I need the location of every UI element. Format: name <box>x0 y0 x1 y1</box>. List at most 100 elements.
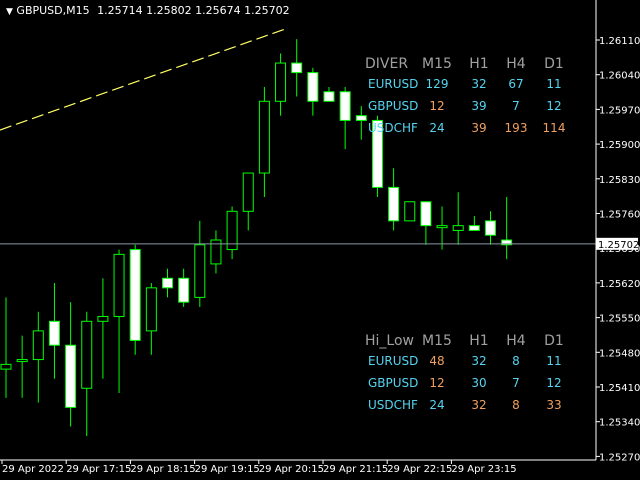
candle-body <box>81 320 93 389</box>
hilow-column-header: H1 <box>469 333 488 349</box>
hilow-cell: 48 <box>429 354 444 368</box>
diver-column-header: M15 <box>422 56 452 72</box>
price-tick-label: 1.25760 <box>599 210 640 221</box>
candle <box>16 335 28 398</box>
time-tick-label: 29 Apr 18:15 <box>130 464 195 475</box>
hilow-pair-label: EURUSD <box>368 354 418 368</box>
time-tick-label: 29 Apr 21:15 <box>323 464 388 475</box>
candle <box>275 53 287 116</box>
candle <box>81 311 93 437</box>
candle <box>226 206 238 260</box>
trendline[interactable] <box>0 27 289 131</box>
candle <box>291 39 303 97</box>
candle-body <box>129 249 141 341</box>
price-tick-label: 1.25900 <box>599 140 640 151</box>
hilow-cell: 33 <box>546 398 561 412</box>
hilow-column-header: M15 <box>422 333 452 349</box>
candle <box>97 278 109 379</box>
candle-body <box>468 225 480 231</box>
candle <box>485 211 496 245</box>
candle <box>32 311 44 403</box>
candle <box>210 230 222 274</box>
candle <box>0 297 12 398</box>
price-tick-label: 1.25550 <box>599 314 640 325</box>
diver-cell: 24 <box>429 121 444 135</box>
diver-cell: 32 <box>471 77 486 91</box>
candle <box>355 106 367 140</box>
candle-body <box>388 186 400 222</box>
diver-cell: 193 <box>505 121 528 135</box>
candle-body <box>145 287 157 332</box>
candle-body <box>194 244 206 298</box>
hilow-cell: 8 <box>512 398 520 412</box>
candle <box>113 249 125 394</box>
candle-body <box>258 100 270 174</box>
candle-body <box>48 320 60 346</box>
hilow-cell: 8 <box>512 354 520 368</box>
candle <box>420 201 432 245</box>
hilow-column-header: H4 <box>506 333 526 349</box>
candle <box>388 168 400 231</box>
diver-cell: 129 <box>426 77 449 91</box>
candle <box>65 302 77 427</box>
hilow-cell: 32 <box>471 354 486 368</box>
hilow-cell: 7 <box>512 376 520 390</box>
candle-body <box>307 72 319 102</box>
candle-body <box>339 91 351 121</box>
candle <box>307 67 319 116</box>
diver-pair-label: EURUSD <box>368 77 418 91</box>
hilow-cell: 30 <box>471 376 486 390</box>
candle-body <box>355 115 367 121</box>
candle-body <box>452 225 464 231</box>
price-chart[interactable]: 1.26110 1.26040 1.25970 1.25900 1.25830 1.257… <box>0 0 640 480</box>
candle <box>404 201 416 222</box>
candle-body <box>404 201 416 222</box>
candle <box>145 283 157 355</box>
diver-cell: 39 <box>471 99 486 113</box>
diver-cell: 114 <box>543 121 566 135</box>
diver-pair-label: USDCHF <box>368 121 418 135</box>
hilow-title: Hi_Low <box>365 333 414 349</box>
candle-body <box>323 91 335 102</box>
candle <box>501 196 513 260</box>
candle <box>194 220 206 307</box>
hilow-column-header: D1 <box>544 333 564 349</box>
time-tick-label: 29 Apr 23:15 <box>451 464 516 475</box>
price-tick-label: 1.26110 <box>599 36 640 47</box>
candle-body <box>0 363 12 370</box>
hilow-cell: 32 <box>471 398 486 412</box>
price-tick-label: 1.25830 <box>599 175 640 186</box>
time-tick-label: 29 Apr 20:15 <box>259 464 324 475</box>
hilow-pair-label: GBPUSD <box>368 376 418 390</box>
candle <box>323 86 335 102</box>
candle <box>436 206 448 250</box>
candle-body <box>16 359 28 363</box>
price-tick-label: 1.25620 <box>599 279 640 290</box>
candle-body <box>485 220 496 236</box>
time-tick-label: 29 Apr 2022 <box>2 464 64 475</box>
time-tick-label: 29 Apr 17:15 <box>66 464 131 475</box>
candle-body <box>291 62 303 74</box>
hilow-cell: 11 <box>546 354 561 368</box>
candle <box>452 192 464 245</box>
candle <box>162 268 173 298</box>
candle-body <box>65 344 77 408</box>
diver-cell: 12 <box>429 99 444 113</box>
trendline-layer <box>0 27 289 131</box>
current-price-label: 1.25702 <box>598 240 639 251</box>
candle <box>48 283 60 379</box>
price-tick-label: 1.26040 <box>599 71 640 82</box>
candle-body <box>113 253 125 318</box>
candle-body <box>162 277 173 289</box>
candle <box>242 172 254 231</box>
hilow-cell: 12 <box>429 376 444 390</box>
diver-column-header: H1 <box>469 56 488 72</box>
hilow-cell: 12 <box>546 376 561 390</box>
price-tick-label: 1.25270 <box>599 452 640 463</box>
diver-cell: 39 <box>471 121 486 135</box>
candle <box>129 244 141 355</box>
candle <box>258 86 270 197</box>
hilow-cell: 24 <box>429 398 444 412</box>
candle-body <box>32 330 44 361</box>
diver-column-header: H4 <box>506 56 526 72</box>
